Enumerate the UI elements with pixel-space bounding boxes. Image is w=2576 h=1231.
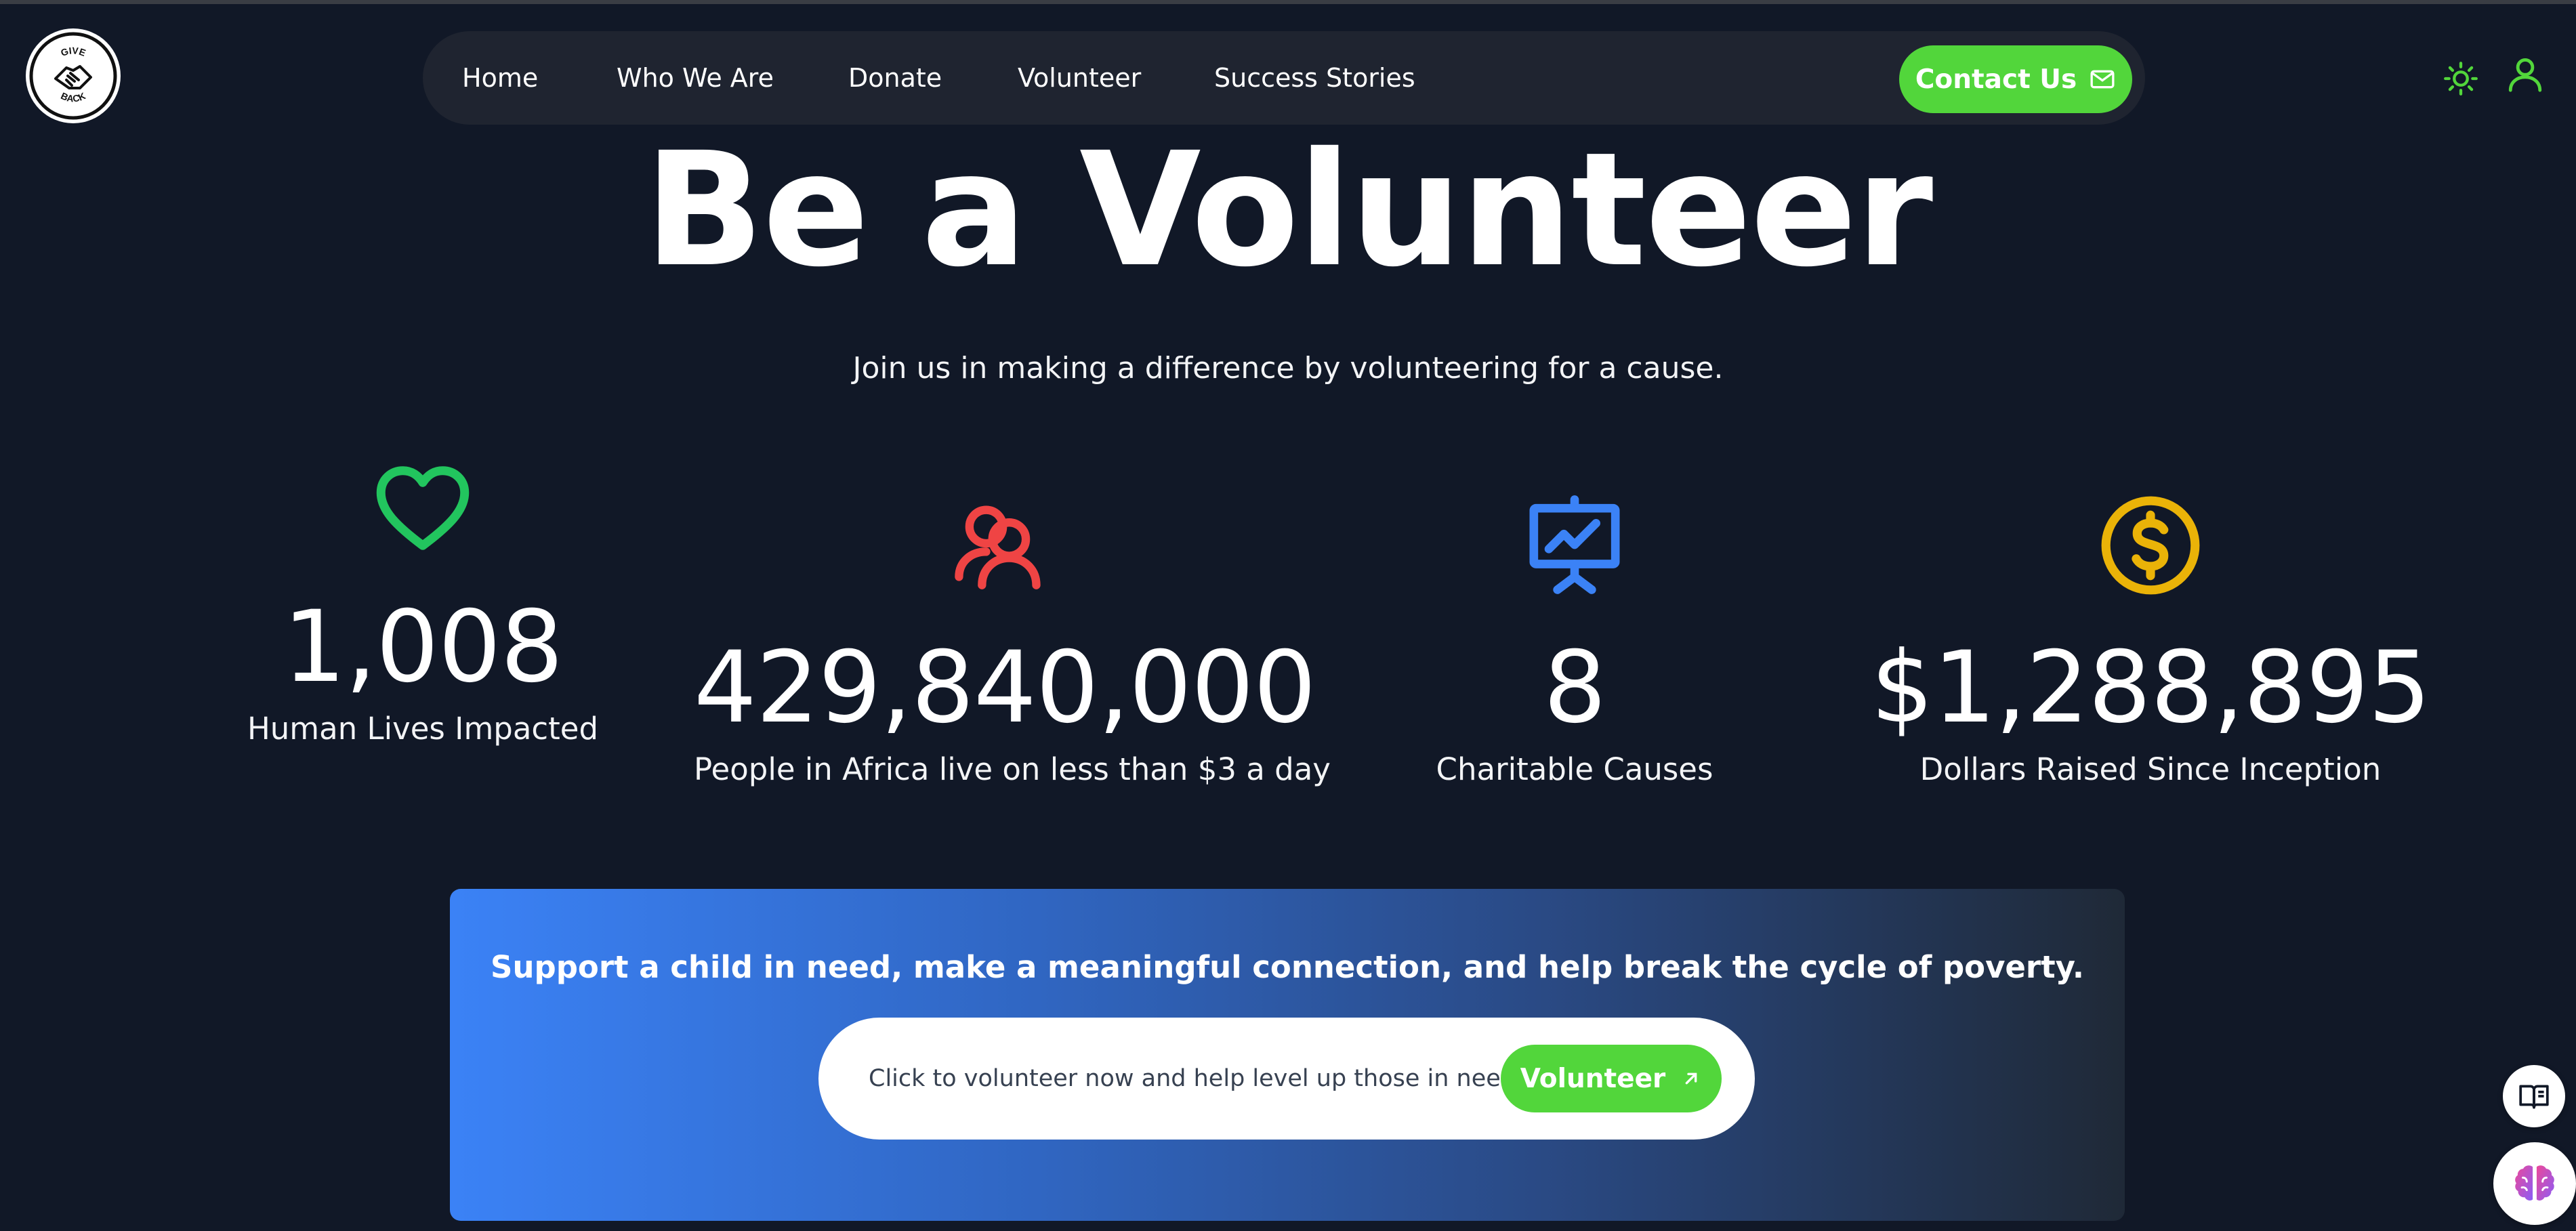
sun-icon[interactable] (2443, 61, 2478, 96)
svg-text:GIVE: GIVE (59, 45, 87, 58)
presentation-chart-icon (1529, 495, 1620, 594)
contact-us-button[interactable]: Contact Us (1899, 45, 2132, 113)
stat-charitable-causes: 8 Charitable Causes (1337, 493, 1812, 798)
banner-heading: Support a child in need, make a meaningf… (491, 949, 2084, 985)
ai-assistant-button[interactable] (2493, 1142, 2576, 1225)
volunteer-cta-pill: Click to volunteer now and help level up… (818, 1018, 1755, 1140)
contact-us-label: Contact Us (1915, 64, 2077, 95)
page-subtitle: Join us in making a difference by volunt… (852, 351, 1724, 385)
stat-value: 1,008 (283, 589, 564, 705)
nav-who-we-are-link[interactable]: Who We Are (617, 31, 774, 125)
stat-label: Charitable Causes (1436, 751, 1713, 787)
nav-success-stories-link[interactable]: Success Stories (1214, 31, 1415, 125)
stat-lives-impacted: 1,008 Human Lives Impacted (220, 455, 626, 760)
reader-mode-button[interactable] (2503, 1065, 2565, 1127)
arrow-up-right-icon (1685, 1072, 1697, 1085)
stat-value: $1,288,895 (1871, 630, 2431, 745)
brain-icon (2515, 1165, 2554, 1201)
volunteer-button-label: Volunteer (1520, 1063, 1666, 1094)
dollar-coin-icon (2101, 496, 2200, 595)
stat-value: 8 (1543, 630, 1606, 745)
page-title: Be a Volunteer (644, 119, 1933, 301)
svg-text:BACK: BACK (59, 90, 87, 104)
volunteer-button[interactable]: Volunteer (1501, 1045, 1722, 1112)
giveback-logo[interactable]: GIVE BACK (26, 28, 121, 123)
mail-icon (2090, 70, 2115, 89)
main-navbar: Home Who We Are Donate Volunteer Success… (423, 31, 2145, 125)
window-top-edge (0, 0, 2576, 4)
stat-label: Human Lives Impacted (247, 711, 599, 747)
heart-icon (376, 466, 470, 550)
nav-home-link[interactable]: Home (462, 31, 538, 125)
handshake-logo-icon: GIVE BACK (29, 32, 117, 120)
users-icon (955, 505, 1041, 589)
book-icon (2519, 1085, 2549, 1109)
volunteer-cta-text: Click to volunteer now and help level up… (869, 1065, 1516, 1092)
nav-volunteer-link[interactable]: Volunteer (1018, 31, 1141, 125)
stat-label: Dollars Raised Since Inception (1919, 751, 2382, 787)
stat-people-in-poverty: 429,840,000 People in Africa live on les… (694, 493, 1331, 798)
nav-donate-link[interactable]: Donate (848, 31, 942, 125)
stat-label: People in Africa live on less than $3 a … (694, 751, 1331, 787)
stat-dollars-raised: $1,288,895 Dollars Raised Since Inceptio… (1846, 492, 2455, 797)
volunteer-cta-banner: Support a child in need, make a meaningf… (450, 889, 2125, 1221)
user-account-icon[interactable] (2506, 54, 2545, 93)
stat-value: 429,840,000 (694, 630, 1316, 745)
